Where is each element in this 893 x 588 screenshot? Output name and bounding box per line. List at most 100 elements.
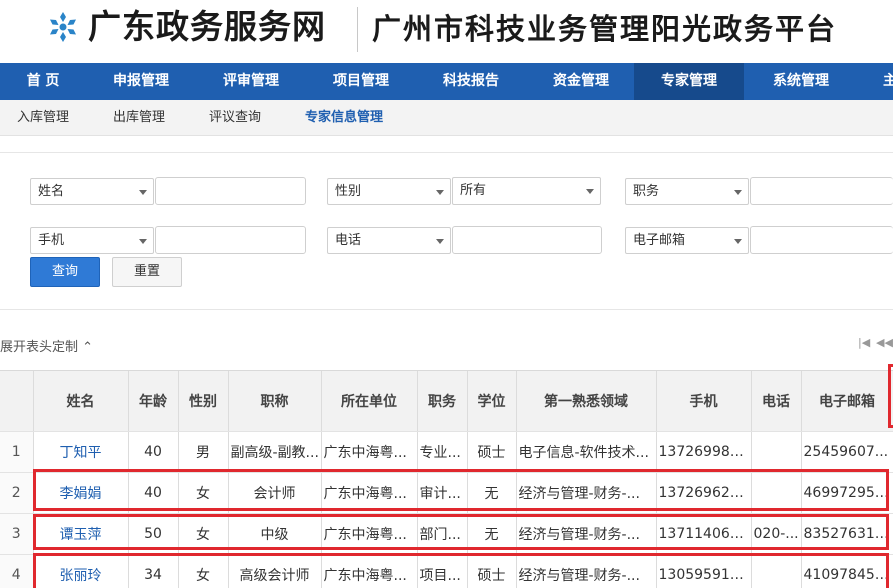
chevron-down-icon: [139, 190, 147, 195]
row-number: 2: [0, 472, 34, 514]
cell-degree: 硕士: [467, 554, 517, 588]
subnav-evaluation-query[interactable]: 评议查询: [209, 100, 261, 136]
prev-page-icon[interactable]: ◀◀: [876, 336, 893, 349]
expert-name-link[interactable]: 李娟娟: [33, 472, 129, 514]
reset-button[interactable]: 重置: [112, 257, 182, 287]
nav-project[interactable]: 项目管理: [306, 63, 416, 100]
expert-table: 姓名 年龄 性别 职称 所在单位 职务 学位 第一熟悉领域 手机 电话 电子邮箱…: [0, 370, 893, 588]
field-select-label: 性别: [335, 184, 362, 199]
cell-mobile: 130595913...: [656, 554, 752, 588]
cell-unit: 广东中海粤...: [321, 431, 418, 473]
cell-unit: 广东中海粤...: [321, 554, 418, 588]
gender-value-select[interactable]: 所有: [452, 177, 601, 205]
cell-gender: 男: [178, 431, 229, 473]
cell-phone: [751, 431, 802, 473]
header-name[interactable]: 姓名: [33, 371, 129, 432]
cell-gender: 女: [178, 554, 229, 588]
nav-application[interactable]: 申报管理: [86, 63, 196, 100]
table-header-row: 姓名 年龄 性别 职称 所在单位 职务 学位 第一熟悉领域 手机 电话 电子邮箱: [0, 371, 893, 432]
site-logo-text: 广东政务服务网: [88, 7, 326, 46]
email-input[interactable]: [750, 226, 893, 254]
field-select-position[interactable]: 职务: [625, 178, 749, 205]
header-divider: [357, 7, 358, 52]
cell-title: 高级会计师: [228, 554, 322, 588]
nav-review[interactable]: 评审管理: [196, 63, 306, 100]
cell-degree: 无: [467, 513, 517, 555]
cell-position: 审计...: [417, 472, 468, 514]
chevron-down-icon: [734, 239, 742, 244]
expert-name-link[interactable]: 张丽玲: [33, 554, 129, 588]
header-field[interactable]: 第一熟悉领域: [516, 371, 657, 432]
table-row[interactable]: 1 丁知平 40 男 副高级-副教... 广东中海粤... 专业... 硕士 电…: [0, 431, 893, 473]
nav-expert[interactable]: 专家管理: [634, 63, 744, 100]
row-number: 1: [0, 431, 34, 473]
cell-position: 部门...: [417, 513, 468, 555]
header-phone[interactable]: 电话: [751, 371, 802, 432]
cell-mobile: 137269627...: [656, 472, 752, 514]
table-row[interactable]: 3 谭玉萍 50 女 中级 广东中海粤... 部门... 无 经济与管理-财务-…: [0, 513, 893, 555]
field-select-label: 手机: [38, 233, 65, 248]
nav-system[interactable]: 系统管理: [746, 63, 856, 100]
cell-field: 经济与管理-财务-...: [516, 513, 657, 555]
expand-header-customize-link[interactable]: 展开表头定制 ⌃: [0, 336, 93, 355]
main-nav: 首 页 申报管理 评审管理 项目管理 科技报告 资金管理 专家管理 系统管理 主: [0, 63, 893, 100]
cell-position: 项目...: [417, 554, 468, 588]
cell-gender: 女: [178, 472, 229, 514]
subnav-outbound[interactable]: 出库管理: [113, 100, 165, 136]
cell-field: 电子信息-软件技术...: [516, 431, 657, 473]
row-number: 4: [0, 554, 34, 588]
cell-position: 专业...: [417, 431, 468, 473]
cell-phone: [751, 472, 802, 514]
field-select-name[interactable]: 姓名: [30, 178, 154, 205]
position-input[interactable]: [750, 177, 893, 205]
subnav-expert-info[interactable]: 专家信息管理: [305, 100, 383, 136]
first-page-icon[interactable]: |◀: [858, 336, 870, 349]
cell-age: 50: [128, 513, 179, 555]
gender-value: 所有: [460, 183, 487, 198]
table-row[interactable]: 4 张丽玲 34 女 高级会计师 广东中海粤... 项目... 硕士 经济与管理…: [0, 554, 893, 588]
header-degree[interactable]: 学位: [467, 371, 517, 432]
header-mobile[interactable]: 手机: [656, 371, 752, 432]
phone-input[interactable]: [452, 226, 602, 254]
field-select-label: 电子邮箱: [633, 233, 686, 248]
header-gender[interactable]: 性别: [178, 371, 229, 432]
expert-name-link[interactable]: 丁知平: [33, 431, 129, 473]
cell-mobile: 137269980...: [656, 431, 752, 473]
cell-phone: [751, 554, 802, 588]
header-email[interactable]: 电子邮箱: [801, 371, 893, 432]
table-row[interactable]: 2 李娟娟 40 女 会计师 广东中海粤... 审计... 无 经济与管理-财务…: [0, 472, 893, 514]
cell-title: 副高级-副教...: [228, 431, 322, 473]
cell-gender: 女: [178, 513, 229, 555]
cell-field: 经济与管理-财务-...: [516, 554, 657, 588]
field-select-mobile[interactable]: 手机: [30, 227, 154, 254]
cell-degree: 硕士: [467, 431, 517, 473]
chevron-down-icon: [139, 239, 147, 244]
cell-title: 中级: [228, 513, 322, 555]
header-age[interactable]: 年龄: [128, 371, 179, 432]
field-select-label: 职务: [633, 184, 660, 199]
nav-funds[interactable]: 资金管理: [526, 63, 636, 100]
header-unit[interactable]: 所在单位: [321, 371, 418, 432]
expert-name-link[interactable]: 谭玉萍: [33, 513, 129, 555]
site-header: 广东政务服务网 广州市科技业务管理阳光政务平台: [0, 0, 893, 63]
field-select-phone[interactable]: 电话: [327, 227, 451, 254]
header-title[interactable]: 职称: [228, 371, 322, 432]
nav-home[interactable]: 首 页: [0, 63, 86, 100]
query-button[interactable]: 查询: [30, 257, 100, 287]
subnav-intake[interactable]: 入库管理: [17, 100, 69, 136]
field-select-gender[interactable]: 性别: [327, 178, 451, 205]
name-input[interactable]: [155, 177, 306, 205]
field-select-email[interactable]: 电子邮箱: [625, 227, 749, 254]
cell-email: 25459607...: [801, 431, 893, 473]
field-select-label: 电话: [335, 233, 362, 248]
field-select-label: 姓名: [38, 184, 65, 199]
nav-report[interactable]: 科技报告: [416, 63, 526, 100]
chevron-down-icon: [586, 189, 594, 194]
cell-age: 34: [128, 554, 179, 588]
cell-field: 经济与管理-财务-...: [516, 472, 657, 514]
mobile-input[interactable]: [155, 226, 306, 254]
sub-nav: 入库管理 出库管理 评议查询 专家信息管理: [0, 100, 893, 136]
cell-email: 410978452...: [801, 554, 893, 588]
header-position[interactable]: 职务: [417, 371, 468, 432]
nav-more[interactable]: 主: [880, 63, 893, 100]
